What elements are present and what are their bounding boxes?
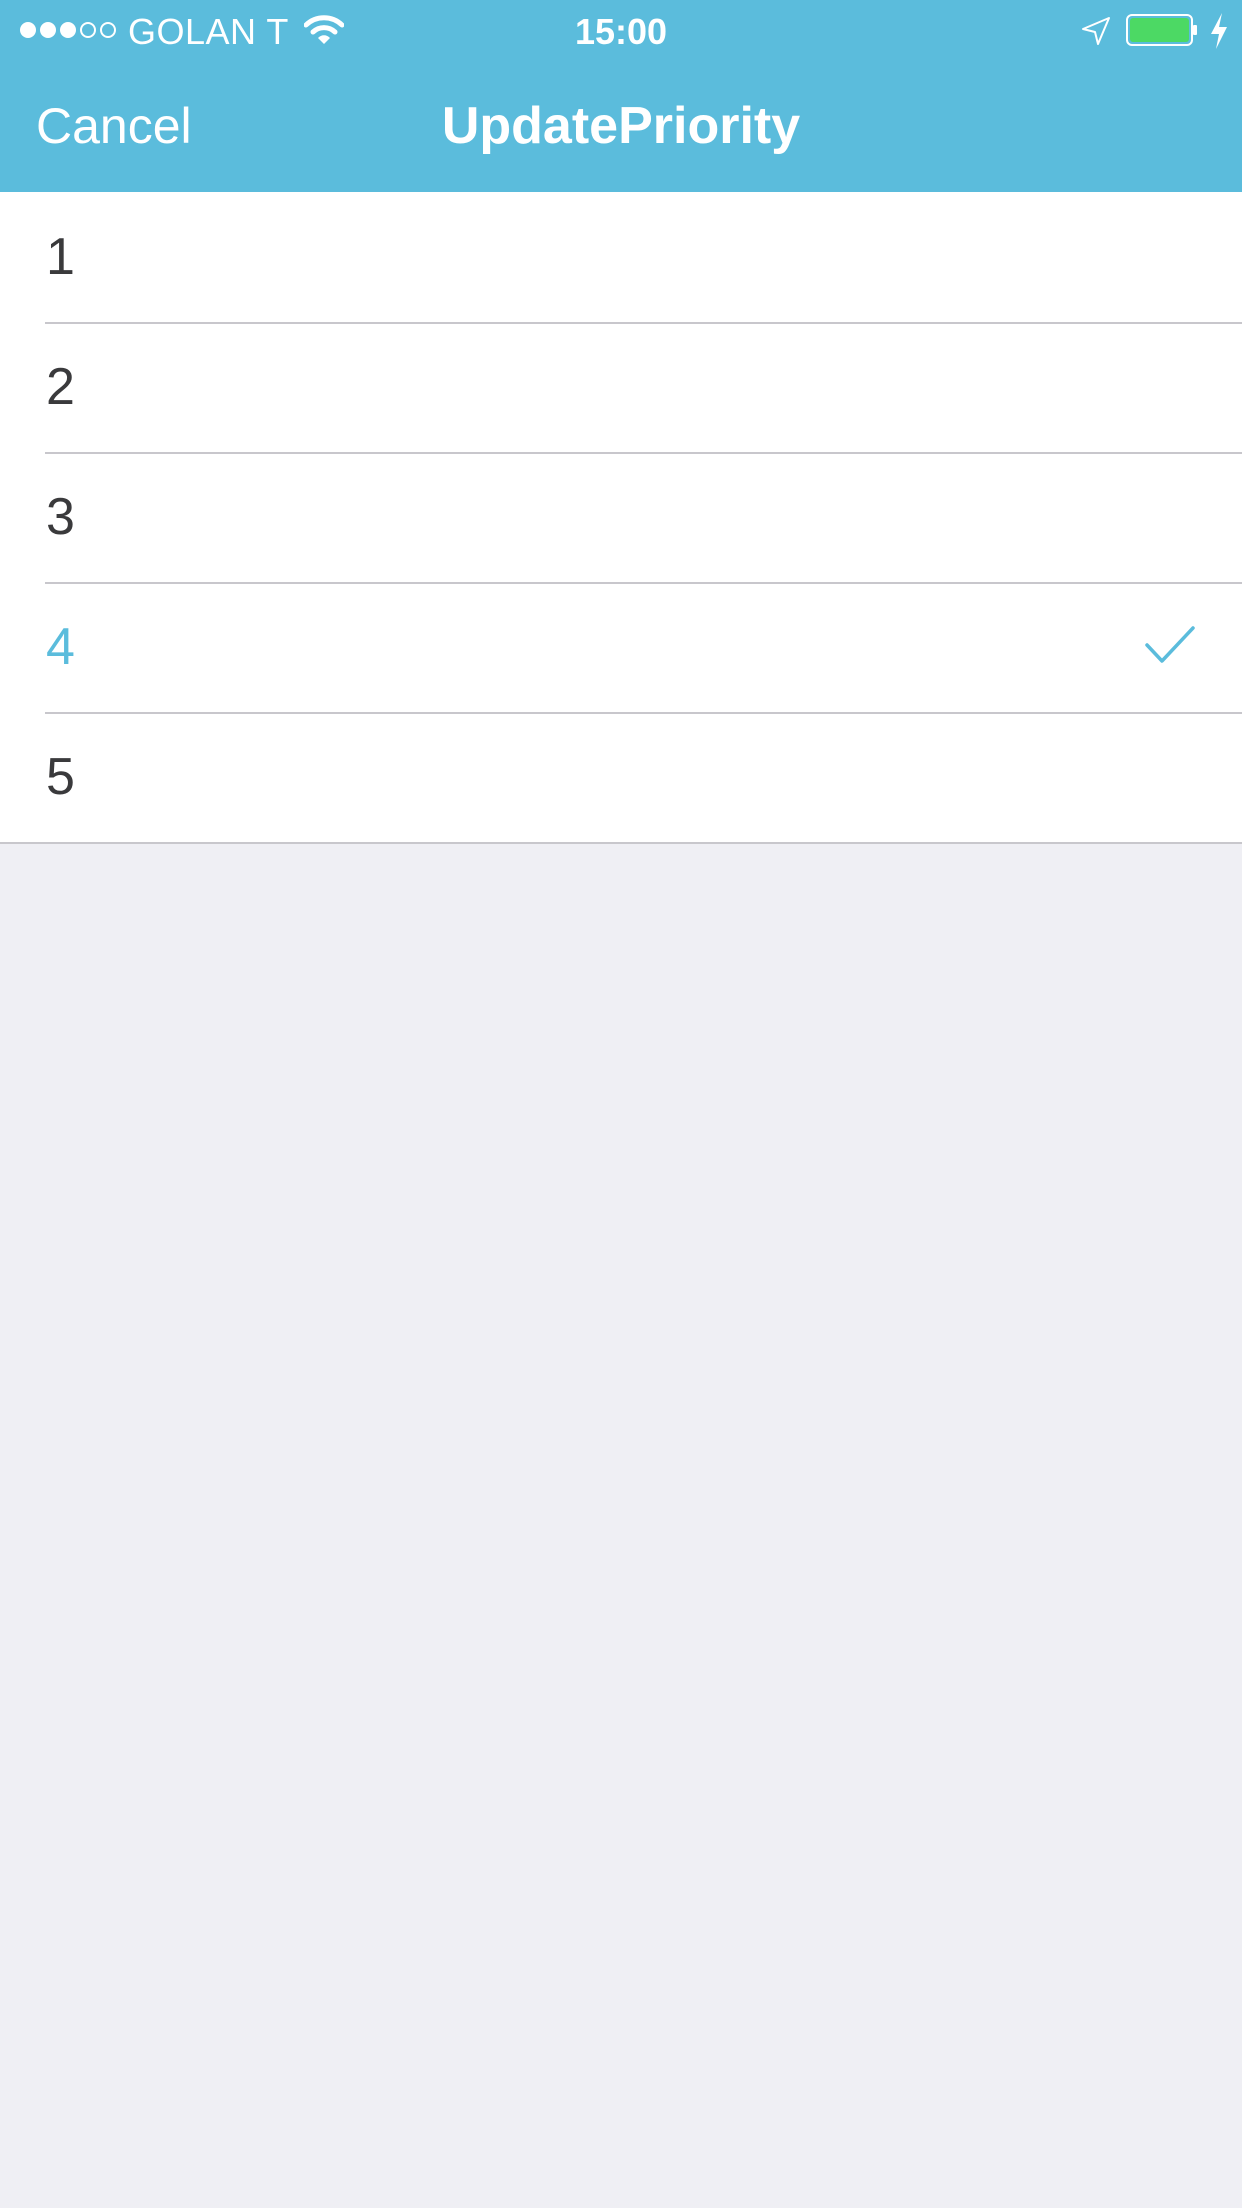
header: GOLAN T 15:00 Cancel UpdatePriority — [0, 0, 1242, 192]
priority-option-4[interactable]: 4 — [0, 582, 1242, 712]
priority-option-2[interactable]: 2 — [0, 322, 1242, 452]
priority-option-5[interactable]: 5 — [0, 712, 1242, 842]
battery-icon — [1126, 14, 1197, 46]
status-time: 15:00 — [574, 11, 668, 52]
priority-option-label: 3 — [46, 488, 75, 546]
priority-option-label: 2 — [46, 358, 75, 416]
priority-option-label: 1 — [46, 228, 75, 286]
location-arrow-icon — [1082, 17, 1110, 45]
charging-bolt-icon — [1211, 13, 1227, 49]
priority-option-label: 4 — [46, 618, 75, 676]
priority-option-3[interactable]: 3 — [0, 452, 1242, 582]
priority-list: 1 2 3 4 5 — [0, 192, 1242, 844]
priority-option-label: 5 — [46, 748, 75, 806]
status-bar: GOLAN T 15:00 — [0, 0, 1242, 60]
checkmark-icon — [1145, 626, 1195, 663]
priority-option-1[interactable]: 1 — [0, 192, 1242, 322]
page-title: UpdatePriority — [441, 97, 801, 155]
